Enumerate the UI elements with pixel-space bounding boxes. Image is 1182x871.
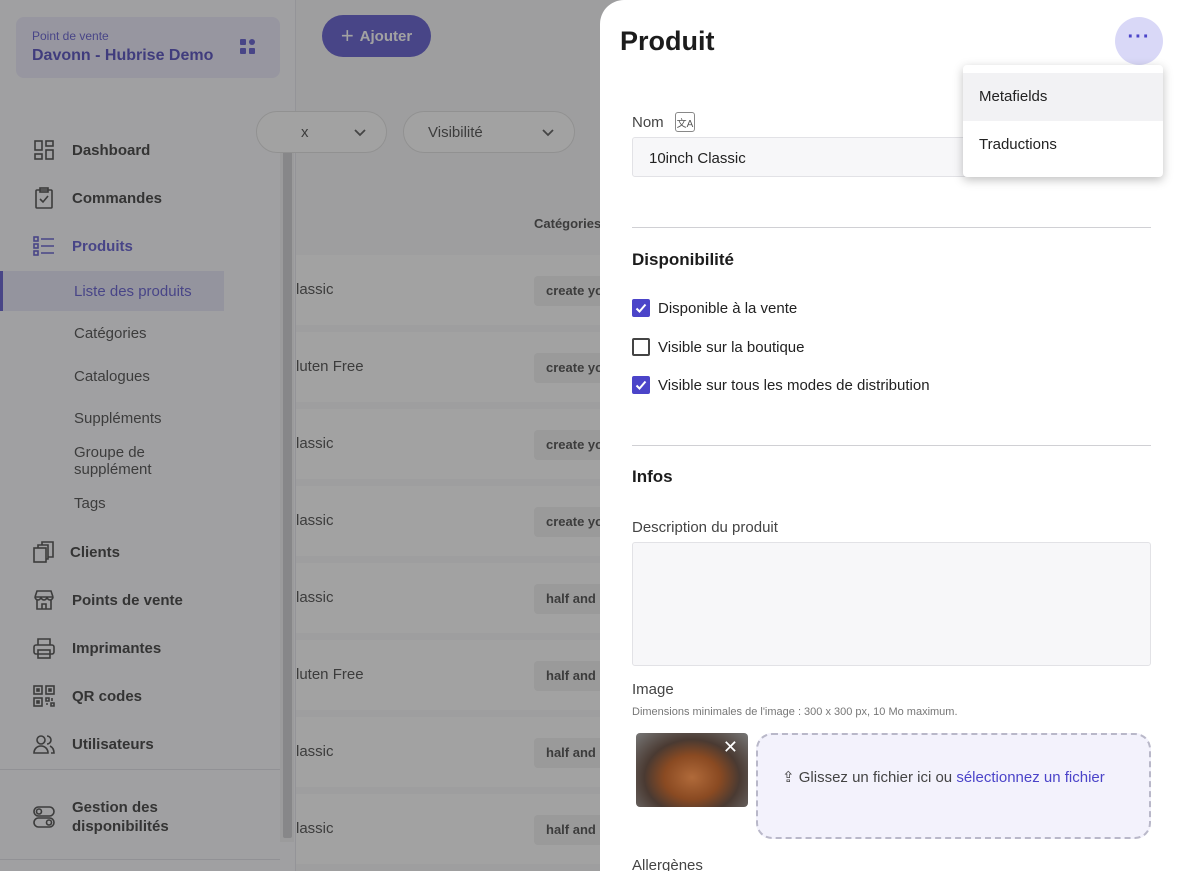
translate-icon[interactable]: 文A (675, 112, 695, 132)
product-image-thumbnail: ✕ (636, 733, 748, 807)
allergenes-label: Allergènes (632, 857, 703, 871)
checkbox-label: Visible sur la boutique (658, 338, 805, 356)
menu-item-metafields[interactable]: Metafields (963, 73, 1163, 121)
checkbox-visible-sur-tous-les-modes[interactable]: Visible sur tous les modes de distributi… (632, 376, 930, 394)
nom-value: 10inch Classic (649, 150, 746, 167)
section-divider (632, 227, 1151, 228)
file-dropzone[interactable]: ⇪ Glissez un fichier ici ou sélectionnez… (756, 733, 1151, 839)
description-textarea[interactable] (632, 542, 1151, 666)
nom-label: Nom (632, 114, 664, 131)
dropzone-text: Glissez un fichier ici ou (798, 769, 953, 786)
checkbox-visible-sur-la-boutique[interactable]: Visible sur la boutique (632, 338, 804, 356)
image-label: Image (632, 681, 674, 698)
more-options-button[interactable]: ··· (1115, 17, 1163, 65)
checkbox-checked-icon[interactable] (632, 299, 650, 317)
checkbox-unchecked-icon[interactable] (632, 338, 650, 356)
checkbox-label: Disponible à la vente (658, 299, 798, 317)
menu-item-traductions[interactable]: Traductions (963, 121, 1163, 169)
section-divider (632, 445, 1151, 446)
infos-title: Infos (632, 467, 673, 486)
drawer-title: Produit (620, 26, 715, 56)
checkbox-checked-icon[interactable] (632, 376, 650, 394)
more-dots-icon: ··· (1127, 26, 1151, 48)
description-label: Description du produit (632, 519, 778, 536)
select-file-link[interactable]: sélectionnez un fichier (956, 769, 1104, 786)
disponibilite-title: Disponibilité (632, 250, 734, 269)
remove-image-close-icon[interactable]: ✕ (723, 738, 738, 756)
more-options-menu: Metafields Traductions (963, 65, 1163, 177)
image-hint: Dimensions minimales de l'image : 300 x … (632, 706, 958, 718)
checkbox-label: Visible sur tous les modes de distributi… (658, 376, 930, 394)
upload-icon: ⇪ (782, 769, 795, 786)
checkbox-disponible-a-la-vente[interactable]: Disponible à la vente (632, 299, 797, 317)
